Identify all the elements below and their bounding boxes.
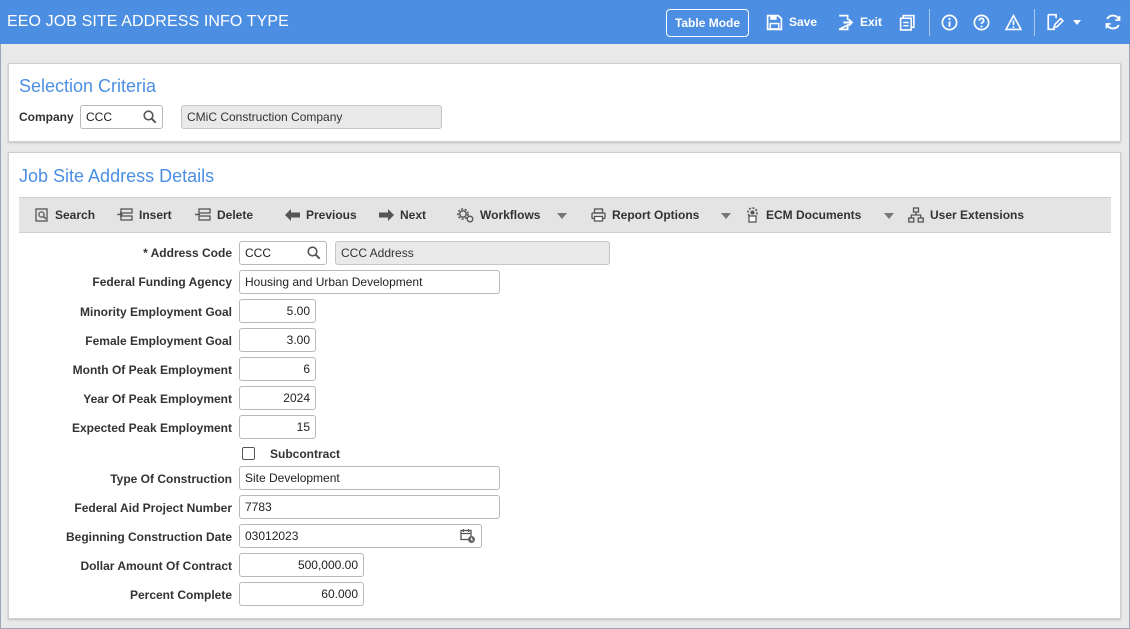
search-icon[interactable]: [143, 110, 157, 124]
month-peak-employment-input[interactable]: 6: [239, 357, 316, 381]
arrow-left-icon: [285, 209, 300, 221]
header-separator: [929, 9, 930, 36]
subcontract-checkbox[interactable]: [242, 447, 255, 460]
refresh-button[interactable]: [1104, 0, 1122, 44]
exit-button[interactable]: Exit: [837, 0, 882, 44]
delete-label: Delete: [217, 208, 254, 222]
beginning-construction-date-value: 03012023: [245, 529, 299, 543]
workflows-label: Workflows: [480, 208, 541, 222]
company-input[interactable]: CCC: [80, 105, 163, 129]
insert-label: Insert: [139, 208, 172, 222]
year-peak-employment-label: Year Of Peak Employment: [83, 392, 232, 406]
selection-criteria-panel: Selection Criteria Company CCC CMiC Cons…: [8, 63, 1121, 142]
previous-button[interactable]: Previous: [285, 198, 357, 232]
gears-icon: [457, 207, 474, 222]
exit-label: Exit: [860, 15, 883, 29]
type-of-construction-label: Type Of Construction: [110, 472, 232, 486]
ecm-documents-label: ECM Documents: [766, 208, 862, 222]
workflows-chevron-down-icon[interactable]: [557, 212, 567, 220]
job-site-address-panel: Job Site Address Details Search Insert D…: [8, 152, 1121, 619]
federal-funding-agency-label: Federal Funding Agency: [92, 275, 232, 289]
subcontract-label: Subcontract: [270, 447, 341, 461]
beginning-construction-date-label: Beginning Construction Date: [66, 530, 232, 544]
user-extensions-label: User Extensions: [930, 208, 1025, 222]
year-peak-employment-input[interactable]: 2024: [239, 386, 316, 410]
address-code-value: CCC: [245, 246, 271, 260]
insert-button[interactable]: Insert: [117, 198, 172, 232]
report-options-button[interactable]: Report Options: [591, 198, 699, 232]
address-code-label: * Address Code: [143, 246, 232, 260]
minority-employment-goal-input[interactable]: 5.00: [239, 299, 316, 323]
edit-note-icon: [1047, 13, 1064, 31]
month-peak-employment-label: Month Of Peak Employment: [72, 363, 232, 377]
edit-menu-button[interactable]: [1046, 0, 1082, 44]
app-header: EEO JOB SITE ADDRESS INFO TYPE Table Mod…: [0, 0, 1130, 44]
federal-aid-project-number-label: Federal Aid Project Number: [74, 501, 232, 515]
arrow-right-icon: [379, 209, 394, 221]
type-of-construction-input[interactable]: Site Development: [239, 466, 500, 490]
save-icon: [766, 14, 783, 30]
details-toolbar: Search Insert Delete Previous Next Workf…: [19, 197, 1111, 233]
company-name-display: CMiC Construction Company: [181, 105, 442, 129]
search-button[interactable]: Search: [35, 198, 95, 232]
page-title: EEO JOB SITE ADDRESS INFO TYPE: [7, 13, 289, 30]
next-button[interactable]: Next: [379, 198, 426, 232]
refresh-icon: [1105, 14, 1121, 30]
info-icon: [941, 14, 958, 30]
header-separator: [1034, 9, 1035, 36]
job-site-address-title: Job Site Address Details: [19, 166, 215, 186]
female-employment-goal-label: Female Employment Goal: [85, 334, 232, 348]
delete-row-icon: [195, 208, 211, 221]
save-button[interactable]: Save: [766, 0, 817, 44]
documents-icon: [747, 207, 758, 223]
expected-peak-employment-input[interactable]: 15: [239, 415, 316, 439]
copy-pages-icon: [899, 14, 915, 31]
exit-icon: [838, 14, 854, 30]
warning-icon: [1005, 13, 1022, 30]
search-doc-icon: [35, 208, 48, 222]
calendar-icon[interactable]: [460, 528, 476, 544]
company-value: CCC: [86, 110, 112, 124]
delete-button[interactable]: Delete: [195, 198, 253, 232]
selection-criteria-title: Selection Criteria: [19, 76, 157, 96]
ecm-documents-chevron-down-icon[interactable]: [884, 212, 894, 220]
chevron-down-icon: [1073, 20, 1081, 25]
report-options-chevron-down-icon[interactable]: [721, 212, 731, 220]
save-label: Save: [789, 15, 818, 29]
hierarchy-icon: [908, 207, 924, 223]
minority-employment-goal-label: Minority Employment Goal: [79, 305, 232, 319]
help-button[interactable]: [973, 0, 990, 44]
address-code-description: CCC Address: [335, 241, 610, 265]
ecm-documents-button[interactable]: ECM Documents: [745, 198, 861, 232]
print-button[interactable]: [899, 0, 916, 44]
help-icon: [973, 14, 990, 30]
percent-complete-input[interactable]: 60.000: [239, 582, 364, 606]
info-button[interactable]: [941, 0, 958, 44]
female-employment-goal-input[interactable]: 3.00: [239, 328, 316, 352]
printer-icon: [591, 208, 606, 222]
report-options-label: Report Options: [612, 208, 700, 222]
address-code-input[interactable]: CCC: [239, 241, 327, 265]
company-label: Company: [19, 110, 74, 124]
table-mode-button[interactable]: Table Mode: [666, 9, 749, 37]
beginning-construction-date-input[interactable]: 03012023: [239, 524, 482, 548]
warning-button[interactable]: [1005, 0, 1022, 44]
dollar-amount-of-contract-input[interactable]: 500,000.00: [239, 553, 364, 577]
search-icon[interactable]: [307, 246, 321, 260]
insert-row-icon: [117, 208, 133, 221]
federal-funding-agency-input[interactable]: Housing and Urban Development: [239, 270, 500, 294]
next-label: Next: [400, 208, 427, 222]
expected-peak-employment-label: Expected Peak Employment: [71, 421, 232, 435]
user-extensions-button[interactable]: User Extensions: [908, 198, 1024, 232]
search-label: Search: [55, 208, 96, 222]
workflows-button[interactable]: Workflows: [457, 198, 540, 232]
previous-label: Previous: [306, 208, 357, 222]
percent-complete-label: Percent Complete: [129, 588, 232, 602]
federal-aid-project-number-input[interactable]: 7783: [239, 495, 500, 519]
dollar-amount-of-contract-label: Dollar Amount Of Contract: [80, 559, 232, 573]
